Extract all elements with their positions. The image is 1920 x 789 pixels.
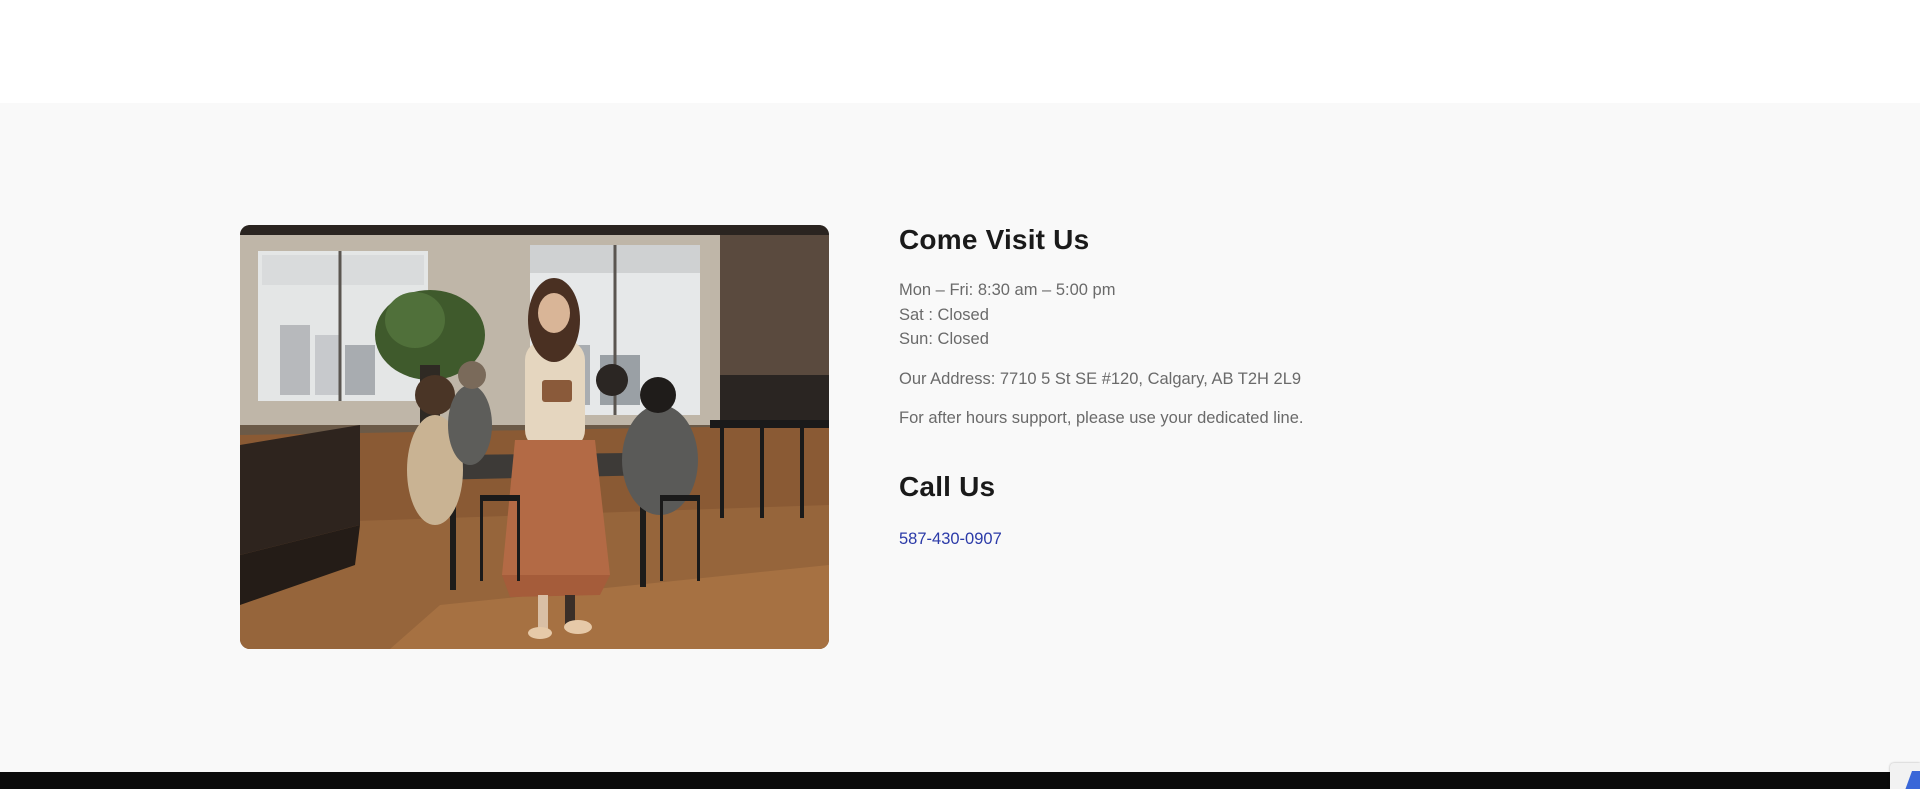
visit-heading: Come Visit Us xyxy=(899,224,1090,255)
hours-sunday: Sun: Closed xyxy=(899,330,989,348)
office-photo-illustration xyxy=(240,225,829,649)
hours-saturday: Sat : Closed xyxy=(899,305,989,324)
address-text: Our Address: 7710 5 St SE #120, Calgary,… xyxy=(899,369,1302,388)
phone-link[interactable]: 587-430-0907 xyxy=(899,527,1002,551)
top-band xyxy=(0,0,1920,103)
contact-info: Come Visit Us Mon – Fri: 8:30 am – 5:00 … xyxy=(899,222,1599,551)
call-heading: Call Us xyxy=(899,470,996,502)
footer-strip xyxy=(0,772,1920,789)
office-photo xyxy=(240,225,829,649)
opening-hours: Mon – Fri: 8:30 am – 5:00 pm Sat : Close… xyxy=(899,278,1599,352)
hours-weekday: Mon – Fri: 8:30 am – 5:00 pm xyxy=(899,281,1116,299)
support-text: For after hours support, please use your… xyxy=(899,409,1304,427)
recaptcha-icon[interactable] xyxy=(1890,763,1920,789)
